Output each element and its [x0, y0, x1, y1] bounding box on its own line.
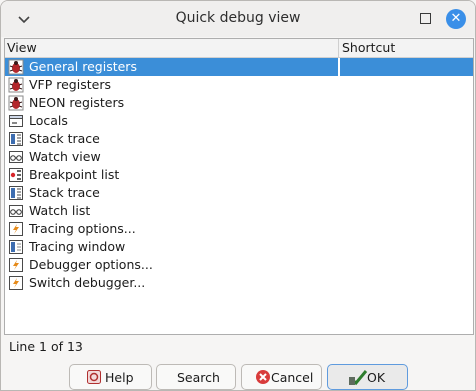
view-cell[interactable]: Tracing window — [5, 238, 338, 256]
table-header: View Shortcut — [5, 39, 473, 58]
shortcut-cell[interactable] — [340, 76, 473, 94]
help-button[interactable]: Help — [69, 364, 152, 390]
stack-icon — [9, 132, 23, 146]
column-header-view[interactable]: View — [7, 40, 37, 55]
stack-icon — [9, 186, 23, 200]
tracing-window-icon — [9, 240, 23, 254]
table-row[interactable]: Tracing options... — [5, 220, 473, 238]
table-row[interactable]: Switch debugger... — [5, 274, 473, 292]
search-button-label: Search — [177, 370, 220, 385]
bug-icon — [8, 77, 24, 93]
view-list-table[interactable]: View Shortcut General registers VFP regis… — [4, 38, 474, 335]
column-header-shortcut[interactable]: Shortcut — [342, 40, 395, 55]
view-label: Watch list — [29, 203, 91, 218]
view-cell[interactable]: Tracing options... — [5, 220, 338, 238]
dialog-window: Quick debug view ✕ View Shortcut General… — [0, 0, 476, 391]
view-cell[interactable]: VFP registers — [5, 76, 338, 94]
search-button[interactable]: Search — [156, 364, 236, 390]
locals-window-icon — [9, 115, 23, 127]
table-row[interactable]: Locals — [5, 112, 473, 130]
shortcut-cell[interactable] — [340, 94, 473, 112]
ok-check-icon — [349, 370, 368, 386]
table-row[interactable]: Breakpoint list — [5, 166, 473, 184]
shortcut-cell[interactable] — [340, 238, 473, 256]
window-title: Quick debug view — [175, 10, 301, 26]
view-cell[interactable]: General registers — [5, 58, 338, 76]
shortcut-cell[interactable] — [340, 274, 473, 292]
column-separator[interactable] — [338, 39, 339, 57]
bug-icon — [8, 95, 24, 111]
view-label: Debugger options... — [29, 257, 153, 272]
table-row[interactable]: Debugger options... — [5, 256, 473, 274]
table-row[interactable]: VFP registers — [5, 76, 473, 94]
shortcut-cell[interactable] — [340, 130, 473, 148]
table-row[interactable]: Watch list — [5, 202, 473, 220]
ok-button-label: OK — [367, 370, 386, 385]
table-row[interactable]: Stack trace — [5, 184, 473, 202]
help-button-label: Help — [105, 370, 134, 385]
shortcut-cell[interactable] — [340, 202, 473, 220]
shortcut-cell[interactable] — [340, 166, 473, 184]
view-cell[interactable]: NEON registers — [5, 94, 338, 112]
maximize-icon[interactable] — [420, 13, 431, 24]
view-cell[interactable]: Stack trace — [5, 130, 338, 148]
shortcut-cell[interactable] — [340, 220, 473, 238]
view-label: Breakpoint list — [29, 167, 120, 182]
status-line: Line 1 of 13 — [9, 339, 83, 354]
cancel-icon — [256, 370, 270, 384]
view-label: General registers — [29, 59, 137, 74]
table-row[interactable]: Watch view — [5, 148, 473, 166]
view-cell[interactable]: Watch view — [5, 148, 338, 166]
view-cell[interactable]: Breakpoint list — [5, 166, 338, 184]
view-label: VFP registers — [29, 77, 111, 92]
shortcut-cell[interactable] — [340, 256, 473, 274]
cancel-button[interactable]: Cancel — [241, 364, 322, 390]
tracing-options-icon — [9, 222, 23, 236]
view-cell[interactable]: Watch list — [5, 202, 338, 220]
view-cell[interactable]: Switch debugger... — [5, 274, 338, 292]
view-cell[interactable]: Locals — [5, 112, 338, 130]
cancel-button-label: Cancel — [271, 370, 314, 385]
view-cell[interactable]: Debugger options... — [5, 256, 338, 274]
tracing-options-icon — [9, 276, 23, 290]
view-label: Locals — [29, 113, 68, 128]
view-cell[interactable]: Stack trace — [5, 184, 338, 202]
shortcut-cell[interactable] — [340, 112, 473, 130]
shortcut-cell[interactable] — [340, 148, 473, 166]
glasses-icon — [9, 151, 23, 163]
view-label: NEON registers — [29, 95, 125, 110]
view-label: Switch debugger... — [29, 275, 146, 290]
view-label: Tracing options... — [29, 221, 136, 236]
close-icon[interactable]: ✕ — [446, 9, 466, 29]
ok-button[interactable]: OK — [327, 364, 408, 390]
view-label: Stack trace — [29, 185, 100, 200]
table-row[interactable]: General registers — [5, 58, 473, 76]
view-label: Tracing window — [29, 239, 126, 254]
glasses-icon — [9, 205, 23, 217]
table-row[interactable]: Stack trace — [5, 130, 473, 148]
tracing-options-icon — [9, 258, 23, 272]
bug-icon — [8, 59, 24, 75]
shortcut-cell[interactable] — [340, 184, 473, 202]
breakpoint-list-icon — [9, 168, 23, 182]
help-icon — [87, 370, 101, 384]
table-row[interactable]: NEON registers — [5, 94, 473, 112]
table-row[interactable]: Tracing window — [5, 238, 473, 256]
view-label: Stack trace — [29, 131, 100, 146]
shortcut-cell[interactable] — [340, 58, 473, 76]
view-label: Watch view — [29, 149, 101, 164]
title-bar: Quick debug view ✕ — [1, 1, 475, 37]
